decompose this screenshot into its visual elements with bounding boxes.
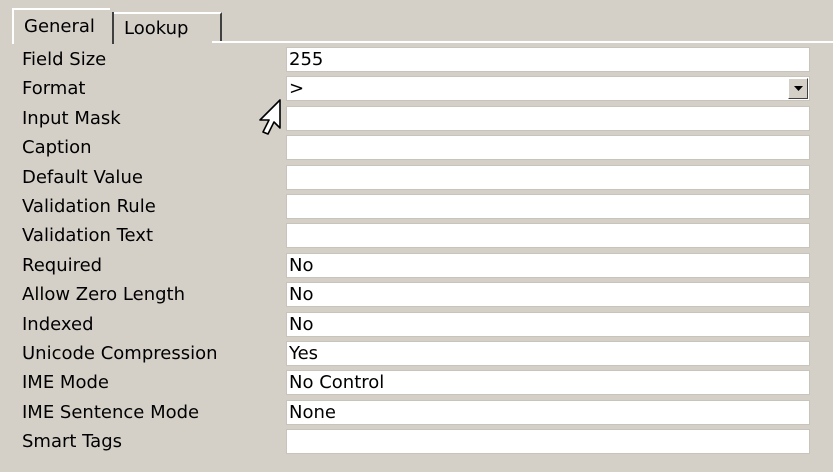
property-row-field-size: Field Size 255: [12, 46, 822, 75]
tab-divider: [212, 41, 833, 43]
allow-zero-length-input[interactable]: No: [286, 282, 810, 308]
tab-strip: General Lookup: [12, 8, 833, 44]
caption-input[interactable]: [286, 135, 810, 161]
property-label: Field Size: [22, 49, 107, 70]
property-row-unicode-compression: Unicode Compression Yes: [12, 340, 822, 369]
property-label: IME Mode: [22, 372, 109, 394]
property-label: Caption: [22, 137, 92, 159]
ime-sentence-mode-input[interactable]: None: [286, 399, 810, 425]
mouse-pointer-icon: [259, 99, 281, 135]
property-label: IME Sentence Mode: [22, 401, 200, 423]
property-label: Input Mask: [22, 107, 121, 129]
property-row-allow-zero-length: Allow Zero Length No: [12, 281, 822, 310]
property-label: Allow Zero Length: [22, 284, 186, 306]
property-label: Format: [22, 78, 86, 100]
property-label: Default Value: [22, 166, 143, 188]
property-row-validation-text: Validation Text: [12, 222, 822, 251]
property-row-format: Format >: [12, 75, 822, 104]
property-label: Unicode Compression: [22, 342, 218, 364]
tab-general[interactable]: General: [12, 8, 114, 44]
property-label: Validation Text: [22, 225, 154, 247]
format-input[interactable]: >: [286, 76, 810, 102]
dropdown-arrow-icon: [794, 86, 803, 92]
validation-text-input[interactable]: [286, 223, 810, 249]
default-value-input[interactable]: [286, 164, 810, 190]
property-label: Validation Rule: [22, 195, 156, 217]
field-properties-grid: Field Size 255 Format > Input Mask Capti…: [12, 46, 822, 457]
ime-mode-input[interactable]: No Control: [286, 370, 810, 396]
input-mask-input[interactable]: [286, 105, 810, 131]
property-row-required: Required No: [12, 252, 822, 281]
property-row-ime-mode: IME Mode No Control: [12, 369, 822, 398]
property-row-validation-rule: Validation Rule: [12, 193, 822, 222]
validation-rule-input[interactable]: [286, 193, 810, 219]
required-input[interactable]: No: [286, 252, 810, 278]
property-row-smart-tags: Smart Tags: [12, 428, 822, 457]
format-dropdown-button[interactable]: [788, 78, 808, 100]
property-label: Smart Tags: [22, 431, 123, 453]
property-row-indexed: Indexed No: [12, 311, 822, 340]
property-label: Required: [22, 254, 103, 276]
property-row-caption: Caption: [12, 134, 822, 163]
property-row-default-value: Default Value: [12, 164, 822, 193]
unicode-compression-input[interactable]: Yes: [286, 340, 810, 366]
indexed-input[interactable]: No: [286, 311, 810, 337]
field-size-input[interactable]: 255: [286, 47, 810, 72]
smart-tags-input[interactable]: [286, 429, 810, 455]
tab-lookup[interactable]: Lookup: [112, 12, 222, 42]
property-label: Indexed: [22, 313, 94, 335]
property-row-ime-sentence-mode: IME Sentence Mode None: [12, 399, 822, 428]
format-value: >: [289, 78, 305, 100]
property-row-input-mask: Input Mask: [12, 105, 822, 134]
